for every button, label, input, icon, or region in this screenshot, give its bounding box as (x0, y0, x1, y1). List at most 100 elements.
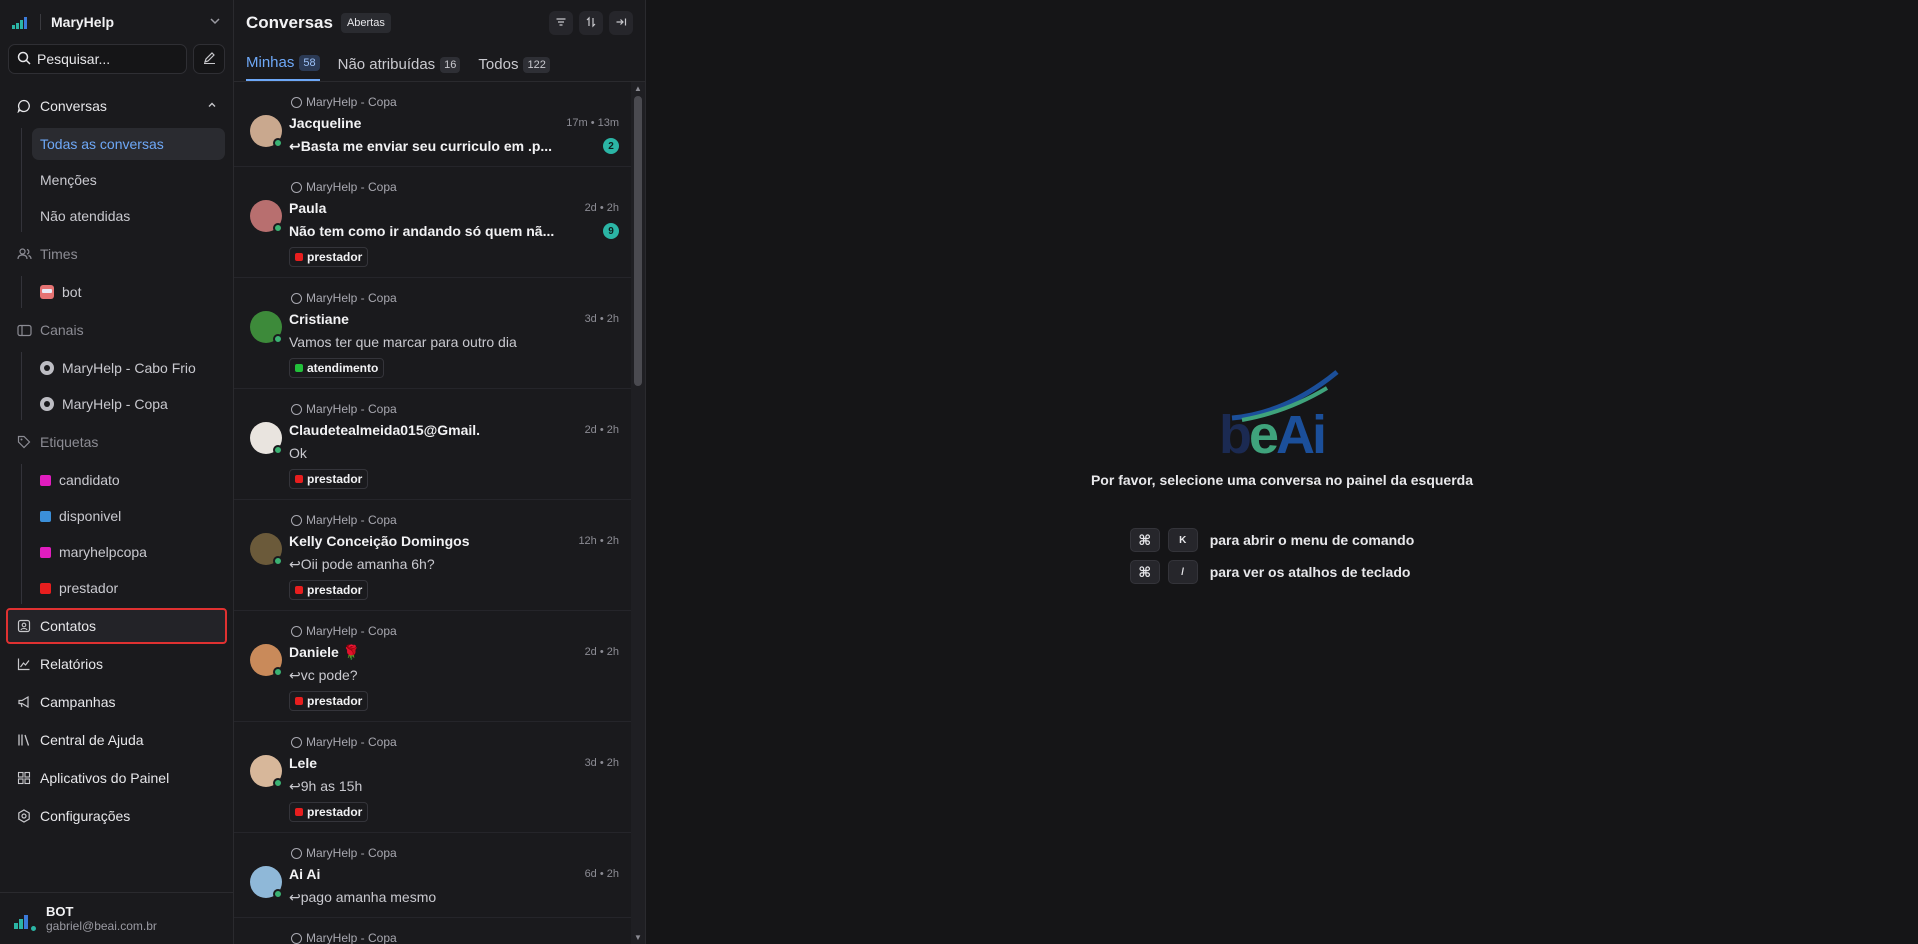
scrollbar[interactable]: ▲ ▼ (631, 82, 645, 944)
inbox-label: MaryHelp - Copa (306, 291, 397, 305)
conversation-header: Daniele 🌹 2d • 2h (289, 643, 619, 661)
conversation-label: prestador (289, 691, 369, 711)
conversation-label: atendimento (289, 358, 385, 378)
avatar (10, 905, 38, 933)
compose-button[interactable] (193, 44, 225, 74)
status-badge[interactable]: Abertas (340, 13, 391, 33)
nav-contacts[interactable]: Contatos (6, 608, 227, 644)
contact-name: Ai Ai (289, 866, 321, 882)
sidebar-item-label-candidato[interactable]: candidato (32, 464, 225, 496)
conversation-item[interactable]: MaryHelp - Copa (234, 918, 631, 944)
sidebar-item-label: Não atendidas (40, 208, 131, 224)
scroll-up-icon[interactable]: ▲ (634, 84, 642, 93)
sidebar-item-channel-cabo-frio[interactable]: MaryHelp - Cabo Frio (32, 352, 225, 384)
shortcut-keyboard-help: ⌘ / para ver os atalhos de teclado (1129, 560, 1415, 584)
inbox-name: MaryHelp - Copa (291, 179, 619, 195)
list-header: Conversas Abertas (234, 0, 645, 46)
search-box[interactable] (8, 44, 187, 74)
conversation-label: prestador (289, 247, 369, 267)
sidebar-item-label-disponivel[interactable]: disponivel (32, 500, 225, 532)
timestamp: 6d • 2h (584, 868, 619, 880)
filter-button[interactable] (549, 11, 573, 35)
sidebar-item-mentions[interactable]: Menções (32, 164, 225, 196)
nav-settings[interactable]: Configurações (8, 800, 225, 832)
conversation-item[interactable]: MaryHelp - Copa Ai Ai 6d • 2h ↩pago amanha … (234, 833, 631, 918)
conversation-item[interactable]: MaryHelp - Copa Paula 2d • 2h Não tem como … (234, 167, 631, 278)
label-color-swatch (295, 808, 303, 816)
timestamp: 2d • 2h (584, 646, 619, 658)
collapse-panel-button[interactable] (609, 11, 633, 35)
label-text: prestador (307, 583, 363, 597)
user-profile[interactable]: BOT gabriel@beai.com.br (0, 892, 233, 944)
sidebar-item-label-prestador[interactable]: prestador (32, 572, 225, 604)
inbox-name: MaryHelp - Copa (291, 290, 619, 306)
label-color-swatch (40, 510, 51, 522)
unread-count-badge: 9 (603, 223, 619, 239)
nav-dashboard-apps[interactable]: Aplicativos do Painel (8, 762, 225, 794)
conversation-item[interactable]: MaryHelp - Copa Kelly Conceição Domingos 1… (234, 500, 631, 611)
users-icon (16, 246, 32, 262)
nav-help-center[interactable]: Central de Ajuda (8, 724, 225, 756)
nav-conversations[interactable]: Conversas (8, 90, 225, 122)
user-name: BOT (46, 904, 74, 919)
scrollbar-thumb[interactable] (634, 96, 642, 386)
conversation-list-panel: Conversas Abertas Minhas 58 Não atribuíd… (234, 0, 646, 944)
nav-teams[interactable]: Times (8, 238, 225, 270)
conversation-header: Kelly Conceição Domingos 12h • 2h (289, 532, 619, 550)
nav-labels[interactable]: Etiquetas (8, 426, 225, 458)
message-text: vc pode? (300, 666, 358, 683)
label-text: prestador (307, 805, 363, 819)
conversation-label: prestador (289, 802, 369, 822)
sidebar-item-team-bot[interactable]: bot (32, 276, 225, 308)
chevron-up-icon[interactable] (207, 100, 217, 113)
nav-reports[interactable]: Relatórios (8, 648, 225, 680)
conversation-label: prestador (289, 580, 369, 600)
inbox-label: MaryHelp - Copa (306, 513, 397, 527)
conversation-header: Jacqueline 17m • 13m (289, 114, 619, 132)
inbox-name: MaryHelp - Copa (291, 845, 619, 861)
whatsapp-icon (291, 625, 302, 637)
account-switcher[interactable]: MaryHelp (0, 0, 233, 44)
tab-unassigned[interactable]: Não atribuídas 16 (338, 56, 461, 81)
sidebar-item-all-conversations[interactable]: Todas as conversas (32, 128, 225, 160)
reply-arrow-icon: ↩ (289, 888, 301, 905)
nav-channels[interactable]: Canais (8, 314, 225, 346)
online-status-icon (29, 923, 38, 933)
conversation-item[interactable]: MaryHelp - Copa Lele 3d • 2h ↩9h as 15h pres… (234, 722, 631, 833)
chevron-down-icon[interactable] (209, 15, 221, 30)
message-text: pago amanha mesmo (300, 888, 437, 905)
nav-channels-label: Canais (40, 322, 84, 338)
reply-arrow-icon: ↩ (289, 777, 301, 794)
label-color-swatch (295, 697, 303, 705)
conversation-item[interactable]: MaryHelp - Copa Cristiane 3d • 2h Vamos ter… (234, 278, 631, 389)
message-preview: ↩Oii pode amanha 6h? (289, 556, 435, 573)
sidebar-item-channel-copa[interactable]: MaryHelp - Copa (32, 388, 225, 420)
tag-icon (16, 434, 32, 450)
inbox-label: MaryHelp - Copa (306, 735, 397, 749)
online-status-icon (273, 667, 283, 677)
conversation-list: MaryHelp - Copa Jacqueline 17m • 13m ↩Basta… (234, 82, 631, 944)
online-status-icon (273, 778, 283, 788)
avatar (250, 866, 283, 899)
search-row (0, 44, 233, 74)
whatsapp-icon (291, 292, 302, 304)
scroll-down-icon[interactable]: ▼ (634, 933, 642, 942)
nav-campaigns[interactable]: Campanhas (8, 686, 225, 718)
conversation-item[interactable]: MaryHelp - Copa Daniele 🌹 2d • 2h ↩vc pode?… (234, 611, 631, 722)
conversation-item[interactable]: MaryHelp - Copa Jacqueline 17m • 13m ↩Basta… (234, 82, 631, 167)
sidebar-item-label-maryhelpcopa[interactable]: maryhelpcopa (32, 536, 225, 568)
tab-mine[interactable]: Minhas 58 (246, 54, 320, 81)
sidebar-item-unattended[interactable]: Não atendidas (32, 200, 225, 232)
search-input[interactable] (37, 51, 167, 67)
chart-line-icon (16, 656, 32, 672)
conversation-item[interactable]: MaryHelp - Copa Claudetealmeida015@Gmail.… (234, 389, 631, 500)
contact-name: Daniele 🌹 (289, 643, 361, 660)
timestamp: 3d • 2h (584, 313, 619, 325)
tab-all[interactable]: Todos 122 (478, 56, 550, 81)
avatar (250, 311, 283, 344)
filter-icon (555, 16, 567, 31)
conversation-header: Claudetealmeida015@Gmail. 2d • 2h (289, 421, 619, 439)
conversation-subnav: Todas as conversas Menções Não atendidas (21, 128, 225, 232)
sort-button[interactable] (579, 11, 603, 35)
label-color-swatch (295, 475, 303, 483)
